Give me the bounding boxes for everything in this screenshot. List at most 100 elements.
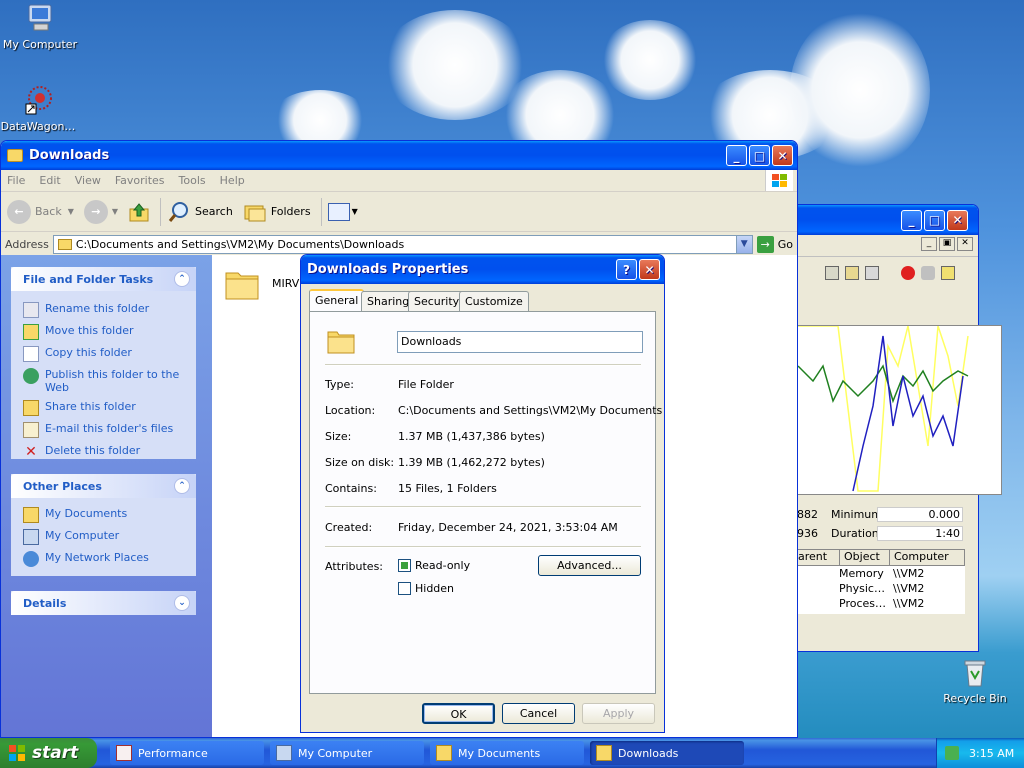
taskbar-item-downloads[interactable]: Downloads — [590, 741, 744, 765]
place-my-computer[interactable]: My Computer — [11, 526, 196, 548]
place-my-documents[interactable]: My Documents — [11, 504, 196, 526]
properties-dialog[interactable]: Downloads Properties ? ✕ General Sharing… — [300, 254, 665, 733]
up-button[interactable] — [128, 201, 150, 223]
views-button[interactable]: ▼ — [327, 202, 358, 221]
folder-icon — [224, 265, 260, 301]
task-rename-folder[interactable]: Rename this folder — [11, 299, 196, 321]
help-icon[interactable] — [941, 266, 955, 280]
maximize-button[interactable]: □ — [924, 209, 945, 231]
counter-row[interactable]: Physic… \\VM2 — [797, 581, 965, 596]
panel-header[interactable]: File and Folder Tasks ⌃ — [11, 267, 196, 291]
desktop-icon-datawagon[interactable]: DataWagon… — [0, 84, 78, 133]
close-button[interactable]: ✕ — [772, 145, 793, 166]
prop-type-value: File Folder — [398, 378, 454, 391]
ok-button[interactable]: OK — [422, 703, 495, 724]
panel-header[interactable]: Details ⌄ — [11, 591, 196, 615]
recycle-bin-icon — [959, 656, 991, 688]
freeze-display-icon[interactable] — [901, 266, 915, 280]
readonly-checkbox[interactable]: Read-only — [398, 559, 470, 572]
address-dropdown-icon[interactable]: ▼ — [735, 235, 752, 253]
back-button[interactable]: ← Back ▼ — [7, 199, 74, 224]
properties-icon[interactable] — [865, 266, 879, 280]
paste-counter-list-icon[interactable] — [845, 266, 859, 280]
copy-properties-icon[interactable] — [825, 266, 839, 280]
column-header-computer[interactable]: Computer — [890, 550, 949, 565]
apply-button[interactable]: Apply — [582, 703, 655, 724]
menu-view[interactable]: View — [75, 174, 101, 187]
collapse-chevron-icon[interactable]: ⌃ — [174, 271, 190, 287]
hidden-checkbox[interactable]: Hidden — [398, 582, 454, 595]
share-icon — [23, 400, 39, 416]
start-button[interactable]: start — [0, 738, 97, 768]
go-button[interactable]: → Go — [756, 235, 793, 253]
counter-list[interactable]: arent Object Computer Memory \\VM2 Physic… — [797, 549, 965, 614]
advanced-button[interactable]: Advanced... — [538, 555, 641, 576]
search-button[interactable]: Search — [167, 200, 233, 224]
task-email-files[interactable]: E-mail this folder's files — [11, 419, 196, 441]
my-computer-icon — [276, 745, 292, 761]
desktop-icon-label: DataWagon… — [0, 120, 76, 133]
taskbar-item-performance[interactable]: Performance — [110, 741, 264, 765]
desktop-icon-recycle-bin[interactable]: Recycle Bin — [935, 656, 1015, 705]
column-header-parent[interactable]: arent — [798, 550, 840, 565]
taskbar-item-my-documents[interactable]: My Documents — [430, 741, 584, 765]
tab-general[interactable]: General — [309, 289, 365, 311]
menu-tools[interactable]: Tools — [179, 174, 206, 187]
tab-customize[interactable]: Customize — [459, 291, 529, 311]
menu-file[interactable]: File — [7, 174, 25, 187]
desktop-icon-label: My Computer — [2, 38, 78, 51]
minimize-button[interactable]: _ — [901, 209, 922, 231]
counter-row[interactable]: Proces… \\VM2 — [797, 596, 965, 611]
place-my-network-places[interactable]: My Network Places — [11, 548, 196, 570]
counter-row[interactable]: Memory \\VM2 — [797, 566, 965, 581]
prop-location-value: C:\Documents and Settings\VM2\My Documen… — [398, 404, 663, 417]
close-button[interactable]: ✕ — [947, 209, 968, 231]
maximize-button[interactable]: □ — [749, 145, 770, 166]
tab-security[interactable]: Security — [408, 291, 466, 311]
menu-favorites[interactable]: Favorites — [115, 174, 165, 187]
network-places-icon — [23, 551, 39, 567]
performance-icon — [116, 745, 132, 761]
delete-x-icon: ✕ — [25, 444, 37, 460]
taskbar-item-my-computer[interactable]: My Computer — [270, 741, 424, 765]
envelope-icon — [23, 422, 39, 438]
perf-close-button[interactable]: ✕ — [957, 237, 973, 251]
network-tray-icon[interactable] — [945, 746, 959, 760]
task-delete-folder[interactable]: ✕ Delete this folder — [11, 441, 196, 463]
update-data-icon[interactable] — [921, 266, 935, 280]
performance-graph — [797, 325, 1002, 495]
go-arrow-icon: → — [756, 235, 774, 253]
address-bar: Address C:\Documents and Settings\VM2\My… — [1, 232, 797, 256]
task-publish-folder[interactable]: Publish this folder to the Web — [11, 365, 196, 397]
clock[interactable]: 3:15 AM — [969, 747, 1014, 760]
standard-toolbar: ← Back ▼ → ▼ Search Folders ▼ — [1, 192, 797, 232]
perf-minimize-button[interactable]: _ — [921, 237, 937, 251]
task-pane: File and Folder Tasks ⌃ Rename this folde… — [1, 255, 212, 737]
folder-name-input[interactable]: Downloads — [397, 331, 643, 353]
cancel-button[interactable]: Cancel — [502, 703, 575, 724]
perf-restore-button[interactable]: ▣ — [939, 237, 955, 251]
task-share-folder[interactable]: Share this folder — [11, 397, 196, 419]
address-input[interactable]: C:\Documents and Settings\VM2\My Documen… — [52, 234, 753, 254]
file-item[interactable]: MIRV — [224, 265, 299, 301]
window-title: Downloads — [29, 148, 110, 163]
explorer-titlebar[interactable]: Downloads _ □ ✕ — [1, 141, 797, 170]
column-header-object[interactable]: Object — [840, 550, 890, 565]
menu-help[interactable]: Help — [220, 174, 245, 187]
folders-button[interactable]: Folders — [243, 201, 311, 223]
taskbar: start Performance My Computer My Documen… — [0, 738, 1024, 768]
menu-edit[interactable]: Edit — [39, 174, 60, 187]
forward-button[interactable]: → ▼ — [83, 199, 118, 224]
close-button[interactable]: ✕ — [639, 259, 660, 280]
checkbox-icon — [398, 582, 411, 595]
task-move-folder[interactable]: Move this folder — [11, 321, 196, 343]
collapse-chevron-icon[interactable]: ⌃ — [174, 478, 190, 494]
dialog-titlebar[interactable]: Downloads Properties ? ✕ — [301, 255, 664, 284]
task-copy-folder[interactable]: Copy this folder — [11, 343, 196, 365]
back-arrow-icon: ← — [7, 199, 31, 224]
expand-chevron-icon[interactable]: ⌄ — [174, 595, 190, 611]
panel-header[interactable]: Other Places ⌃ — [11, 474, 196, 498]
desktop-icon-my-computer[interactable]: My Computer — [0, 2, 80, 51]
help-button[interactable]: ? — [616, 259, 637, 280]
minimize-button[interactable]: _ — [726, 145, 747, 166]
